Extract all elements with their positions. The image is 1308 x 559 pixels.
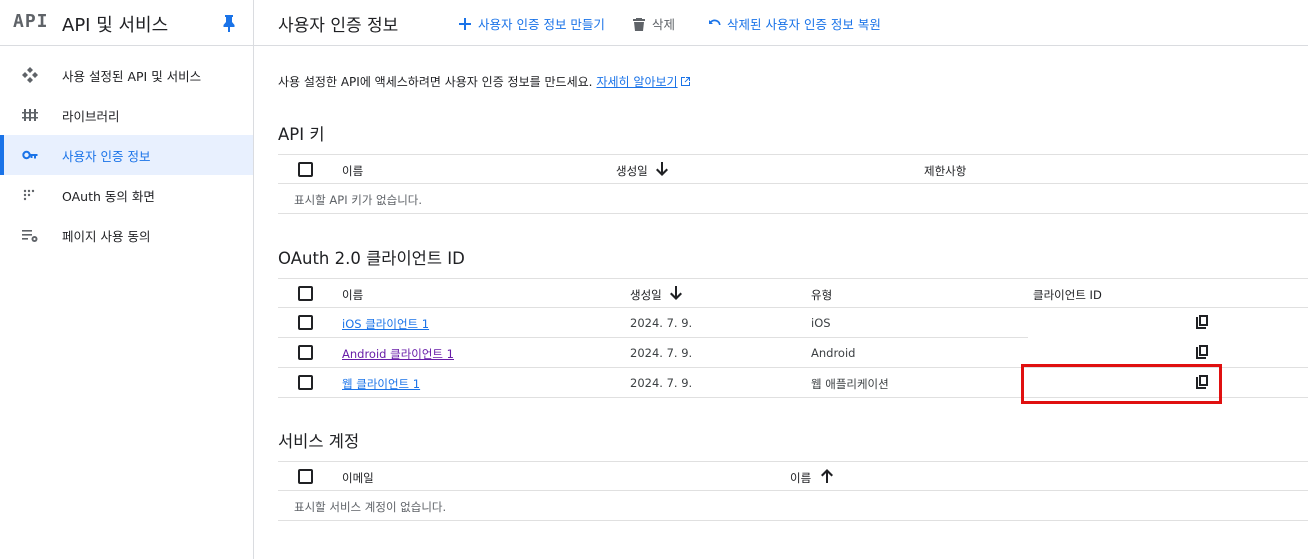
column-header-client-id[interactable]: 클라이언트 ID (1033, 287, 1102, 303)
library-icon (22, 109, 38, 121)
table-header-row: 이름 생성일 제한사항 (278, 154, 1308, 184)
delete-button[interactable]: 삭제 (632, 14, 675, 33)
select-all-checkbox[interactable] (298, 162, 313, 177)
sidebar-item-credentials[interactable]: 사용자 인증 정보 (0, 135, 253, 175)
row-checkbox[interactable] (298, 315, 313, 330)
column-header-created[interactable]: 생성일 (616, 163, 648, 179)
client-name-link[interactable]: Android 클라이언트 1 (342, 346, 454, 362)
table-empty-row: 표시할 API 키가 없습니다. (278, 184, 1308, 214)
arrow-down-icon[interactable] (655, 161, 669, 177)
row-checkbox[interactable] (298, 375, 313, 390)
external-link-icon (680, 77, 690, 86)
select-all-checkbox[interactable] (298, 286, 313, 301)
table-row: Android 클라이언트 1 2024. 7. 9. Android (278, 338, 1308, 368)
sidebar-item-enabled-apis[interactable]: 사용 설정된 API 및 서비스 (0, 55, 253, 95)
sidebar-title: API 및 서비스 (62, 15, 169, 36)
copy-icon[interactable] (1195, 345, 1209, 361)
sidebar-item-library[interactable]: 라이브러리 (0, 95, 253, 135)
arrow-down-icon[interactable] (669, 285, 683, 301)
main-content: 사용 설정한 API에 액세스하려면 사용자 인증 정보를 만드세요. 자세히 알… (254, 47, 1308, 559)
key-icon (22, 150, 38, 160)
api-logo: API (13, 11, 49, 32)
client-type: 웹 애플리케이션 (811, 377, 889, 391)
client-created-date: 2024. 7. 9. (630, 376, 693, 390)
api-diamond-icon (22, 67, 38, 83)
arrow-up-icon[interactable] (820, 468, 834, 484)
trash-icon (633, 17, 645, 31)
oauth-clients-table: 이름 생성일 유형 클라이언트 ID iOS 클라이언트 1 2024. 7. … (278, 278, 1308, 398)
column-header-name[interactable]: 이름 (342, 163, 363, 179)
client-name-link[interactable]: 웹 클라이언트 1 (342, 376, 420, 392)
restore-deleted-button[interactable]: 삭제된 사용자 인증 정보 복원 (707, 14, 881, 33)
settings-list-icon (22, 230, 38, 242)
sidebar-item-label: OAuth 동의 화면 (62, 189, 155, 204)
sidebar-item-label: 페이지 사용 동의 (62, 229, 151, 244)
page-title: 사용자 인증 정보 (278, 16, 399, 36)
restore-deleted-label: 삭제된 사용자 인증 정보 복원 (727, 17, 881, 32)
copy-icon[interactable] (1195, 375, 1209, 391)
intro-text: 사용 설정한 API에 액세스하려면 사용자 인증 정보를 만드세요. 자세히 알… (278, 73, 691, 90)
learn-more-label: 자세히 알아보기 (596, 75, 678, 89)
intro-description: 사용 설정한 API에 액세스하려면 사용자 인증 정보를 만드세요. (278, 75, 593, 89)
api-keys-table: 이름 생성일 제한사항 표시할 API 키가 없습니다. (278, 154, 1308, 214)
sidebar-item-label: 라이브러리 (62, 109, 120, 124)
table-header-row: 이름 생성일 유형 클라이언트 ID (278, 278, 1308, 308)
client-id-value (1028, 308, 1308, 338)
sidebar-item-page-consent[interactable]: 페이지 사용 동의 (0, 215, 253, 255)
sidebar: API API 및 서비스 사용 설정된 API 및 서비스 라이브러리 사용자… (0, 0, 254, 559)
select-all-checkbox[interactable] (298, 469, 313, 484)
pin-icon[interactable] (221, 14, 237, 32)
client-name-link[interactable]: iOS 클라이언트 1 (342, 316, 429, 332)
top-toolbar: 사용자 인증 정보 사용자 인증 정보 만들기 삭제 삭제된 사용자 인증 정보… (254, 0, 1308, 46)
empty-message: 표시할 API 키가 없습니다. (294, 193, 423, 207)
table-empty-row: 표시할 서비스 계정이 없습니다. (278, 491, 1308, 521)
undo-icon (709, 19, 721, 25)
sidebar-item-label: 사용 설정된 API 및 서비스 (62, 69, 202, 84)
client-created-date: 2024. 7. 9. (630, 316, 693, 330)
sidebar-header: API API 및 서비스 (0, 0, 253, 46)
oauth-clients-title: OAuth 2.0 클라이언트 ID (278, 249, 465, 268)
client-type: Android (811, 346, 856, 360)
client-type: iOS (811, 316, 831, 330)
service-accounts-title: 서비스 계정 (278, 432, 360, 451)
learn-more-link[interactable]: 자세히 알아보기 (596, 75, 690, 89)
create-credentials-label: 사용자 인증 정보 만들기 (478, 17, 605, 32)
copy-icon[interactable] (1195, 315, 1209, 331)
row-checkbox[interactable] (298, 345, 313, 360)
sidebar-nav: 사용 설정된 API 및 서비스 라이브러리 사용자 인증 정보 OAuth 동… (0, 55, 253, 255)
client-created-date: 2024. 7. 9. (630, 346, 693, 360)
api-keys-title: API 키 (278, 125, 325, 144)
delete-label: 삭제 (652, 17, 676, 32)
table-header-row: 이메일 이름 (278, 461, 1308, 491)
column-header-email[interactable]: 이메일 (342, 470, 374, 486)
sidebar-item-label: 사용자 인증 정보 (62, 149, 151, 164)
oauth-dots-icon (23, 189, 35, 201)
column-header-name[interactable]: 이름 (790, 470, 811, 486)
plus-icon (459, 17, 471, 30)
column-header-restrictions[interactable]: 제한사항 (924, 163, 966, 179)
column-header-created[interactable]: 생성일 (630, 287, 662, 303)
service-accounts-table: 이메일 이름 표시할 서비스 계정이 없습니다. (278, 461, 1308, 521)
empty-message: 표시할 서비스 계정이 없습니다. (294, 500, 447, 514)
table-row: iOS 클라이언트 1 2024. 7. 9. iOS (278, 308, 1308, 338)
column-header-name[interactable]: 이름 (342, 287, 363, 303)
column-header-type[interactable]: 유형 (811, 287, 832, 303)
sidebar-item-oauth-consent[interactable]: OAuth 동의 화면 (0, 175, 253, 215)
table-row: 웹 클라이언트 1 2024. 7. 9. 웹 애플리케이션 (278, 368, 1308, 398)
create-credentials-button[interactable]: 사용자 인증 정보 만들기 (458, 14, 605, 33)
